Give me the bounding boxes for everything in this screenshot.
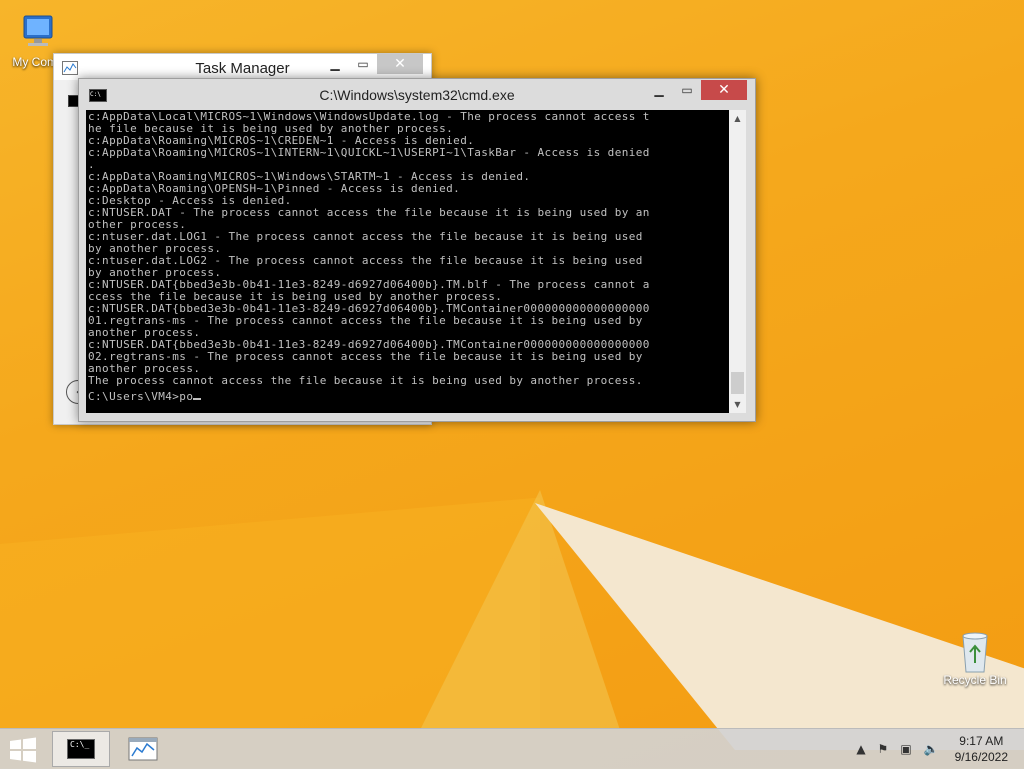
close-button[interactable]: ✕	[701, 80, 747, 100]
task-manager-titlebar[interactable]: Task Manager ▁ ▭ ✕	[54, 54, 431, 80]
close-button[interactable]: ✕	[377, 54, 423, 74]
scroll-down-arrow-icon[interactable]: ▼	[729, 396, 746, 413]
console-text: c:AppData\Local\MICROS~1\Windows\Windows…	[88, 110, 650, 387]
desktop-icon-label: Recycle Bin	[943, 673, 1007, 687]
computer-icon	[18, 12, 58, 52]
desktop-icon-recycle-bin[interactable]: Recycle Bin	[937, 630, 1013, 687]
clock[interactable]: 9:17 AM 9/16/2022	[955, 733, 1008, 765]
task-manager-icon	[128, 737, 158, 761]
clock-time: 9:17 AM	[959, 734, 1004, 748]
clock-date: 9/16/2022	[954, 750, 1008, 764]
console-prompt-line[interactable]: C:\Users\VM4>po	[86, 388, 729, 404]
network-icon[interactable]: ▣	[900, 742, 911, 756]
volume-muted-icon[interactable]: 🔈	[924, 742, 939, 756]
recycle-bin-icon	[955, 630, 995, 673]
vertical-scrollbar[interactable]: ▲ ▼	[729, 110, 746, 413]
cmd-window[interactable]: C:\ C:\Windows\system32\cmd.exe ▁ ▭ ✕ c:…	[78, 78, 756, 422]
console-output[interactable]: c:AppData\Local\MICROS~1\Windows\Windows…	[86, 110, 729, 413]
cmd-titlebar[interactable]: C:\ C:\Windows\system32\cmd.exe ▁ ▭ ✕	[79, 79, 755, 109]
maximize-button[interactable]: ▭	[349, 54, 377, 74]
scroll-up-arrow-icon[interactable]: ▲	[729, 110, 746, 127]
taskbar-item-task-manager[interactable]	[114, 731, 172, 767]
minimize-button[interactable]: ▁	[645, 80, 673, 100]
scroll-thumb[interactable]	[731, 372, 744, 394]
show-hidden-icons-icon[interactable]: ▲	[856, 742, 865, 756]
text-cursor	[193, 389, 202, 400]
cmd-icon: C:\_	[67, 739, 95, 759]
start-button[interactable]	[8, 737, 38, 763]
action-center-icon[interactable]: ⚑	[878, 742, 889, 756]
console-prompt: C:\Users\VM4>po	[88, 390, 194, 403]
maximize-button[interactable]: ▭	[673, 80, 701, 100]
system-tray: ▲ ⚑ ▣ 🔈 9:17 AM 9/16/2022	[850, 729, 1024, 769]
windows-logo-icon	[10, 737, 36, 763]
taskbar: C:\_ ▲ ⚑ ▣ 🔈 9:17 AM 9/16/2022	[0, 728, 1024, 769]
minimize-button[interactable]: ▁	[321, 54, 349, 74]
taskbar-item-cmd[interactable]: C:\_	[52, 731, 110, 767]
